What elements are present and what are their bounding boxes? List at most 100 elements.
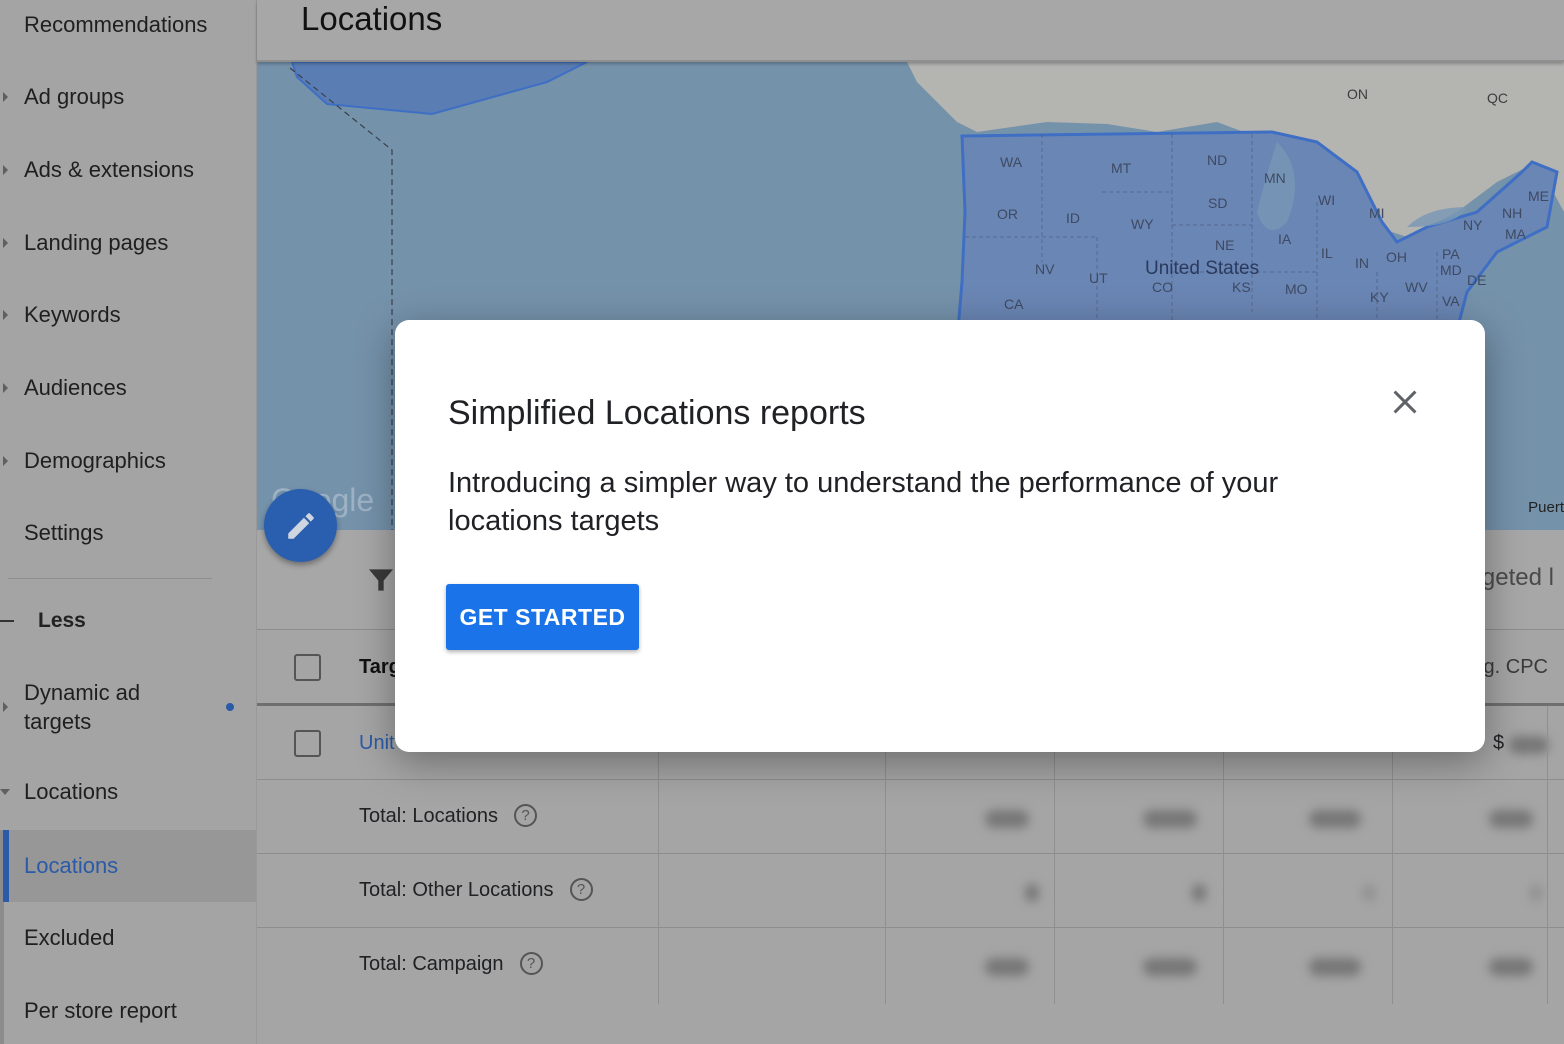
redacted-value	[1309, 958, 1361, 976]
sidebar-item-demographics[interactable]: Demographics	[0, 436, 256, 486]
sidebar-item-label: Demographics	[24, 448, 166, 473]
map-label-oh: OH	[1386, 249, 1407, 265]
sidebar-item-label: Ad groups	[24, 84, 125, 109]
row-label: Total: Other Locations	[359, 879, 554, 901]
page-title: Locations	[301, 0, 443, 37]
redacted-value	[1489, 958, 1533, 976]
table-footer-area	[257, 1004, 1564, 1044]
map-label-on: ON	[1347, 86, 1368, 102]
sidebar-subitem-locations[interactable]: Locations	[4, 830, 256, 902]
collapse-caret-icon	[0, 789, 10, 795]
map-label-puerto-rico: Puert	[1528, 499, 1564, 516]
map-label-me: ME	[1528, 188, 1549, 204]
map-label-mo: MO	[1285, 281, 1308, 297]
map-label-qc: QC	[1487, 90, 1508, 106]
redacted-value	[1309, 810, 1361, 828]
sidebar-item-label: Settings	[24, 520, 104, 545]
redacted-value	[1143, 810, 1197, 828]
total-campaign-label: Total: Campaign?	[359, 952, 543, 976]
sidebar-nav: Recommendations Ad groups Ads & extensio…	[0, 0, 257, 1044]
map-label-or: OR	[997, 206, 1018, 222]
redacted-value	[1192, 884, 1206, 902]
map-label-wy: WY	[1131, 216, 1154, 232]
map-label-country: United States	[1145, 258, 1260, 279]
map-label-va: VA	[1442, 293, 1460, 309]
map-label-nd: ND	[1207, 152, 1228, 168]
sidebar-item-audiences[interactable]: Audiences	[0, 363, 256, 413]
map-label-nh: NH	[1502, 205, 1523, 221]
expand-caret-icon	[3, 165, 8, 175]
maritime-boundary	[289, 67, 393, 530]
row-label: Total: Locations	[359, 805, 498, 827]
active-indicator	[3, 830, 9, 902]
column-divider	[1547, 706, 1548, 1004]
label-line-1: Dynamic ad	[24, 680, 141, 705]
filter-icon[interactable]	[365, 564, 397, 601]
sidebar-item-recommendations[interactable]: Recommendations	[0, 0, 256, 50]
map-label-co: CO	[1152, 279, 1173, 295]
map-label-wv: WV	[1405, 279, 1428, 295]
header-avg-cpc-column[interactable]: g. CPC	[1484, 656, 1548, 679]
map-label-ma: MA	[1505, 226, 1526, 242]
select-all-checkbox[interactable]	[294, 654, 321, 681]
sidebar-less-label: Less	[38, 609, 86, 632]
sidebar-item-label: Landing pages	[24, 230, 169, 255]
map-label-wi: WI	[1318, 192, 1336, 208]
notification-dot	[226, 703, 234, 711]
row-checkbox[interactable]	[294, 730, 321, 757]
map-label-in: IN	[1355, 255, 1369, 271]
dialog-title: Simplified Locations reports	[448, 394, 866, 432]
map-label-pa: PA	[1442, 246, 1460, 262]
redacted-value	[1025, 884, 1039, 902]
sidebar-item-ad-groups[interactable]: Ad groups	[0, 72, 256, 122]
map-label-de: DE	[1467, 272, 1487, 288]
map-label-nv: NV	[1035, 261, 1055, 277]
map-label-wa: WA	[1000, 154, 1023, 170]
total-other-locations-label: Total: Other Locations?	[359, 878, 593, 902]
sidebar-item-settings[interactable]: Settings	[0, 508, 256, 558]
sidebar-item-landing-pages[interactable]: Landing pages	[0, 218, 256, 268]
sidebar-item-locations[interactable]: Locations	[0, 767, 256, 817]
map-label-md: MD	[1440, 262, 1462, 278]
redacted-value	[985, 810, 1029, 828]
toolbar-targeted-label: rgeted l	[1473, 564, 1554, 591]
sidebar-item-ads-extensions[interactable]: Ads & extensions	[0, 145, 256, 195]
simplified-locations-dialog: Simplified Locations reports Introducing…	[395, 320, 1485, 752]
expand-caret-icon	[3, 702, 8, 712]
expand-caret-icon	[3, 238, 8, 248]
sidebar-item-label: Recommendations	[24, 12, 208, 37]
sidebar-item-label: Locations	[24, 853, 119, 878]
sidebar-item-label: Dynamic ad targets	[24, 678, 140, 736]
pencil-icon	[287, 512, 314, 539]
map-label-ks: KS	[1232, 279, 1251, 295]
map-label-ky: KY	[1370, 289, 1389, 305]
sidebar-subitem-excluded[interactable]: Excluded	[0, 913, 256, 963]
sidebar-item-label: Per store report	[24, 998, 177, 1023]
sidebar-item-label: Excluded	[24, 925, 115, 950]
sidebar-subitem-per-store-report[interactable]: Per store report	[0, 986, 256, 1036]
map-label-id: ID	[1066, 210, 1080, 226]
sidebar-item-label: Ads & extensions	[24, 157, 194, 182]
edit-locations-button[interactable]	[264, 489, 337, 562]
sidebar-less-toggle[interactable]: Less	[0, 596, 256, 646]
sidebar-divider	[8, 578, 212, 579]
table-row: Total: Campaign?	[257, 928, 1564, 1002]
location-link[interactable]: Unit	[359, 732, 395, 755]
sidebar-item-keywords[interactable]: Keywords	[0, 290, 256, 340]
map-label-mn: MN	[1264, 170, 1286, 186]
map-label-il: IL	[1321, 245, 1333, 261]
map-label-mt: MT	[1111, 160, 1132, 176]
help-icon[interactable]: ?	[513, 804, 537, 827]
help-icon[interactable]: ?	[569, 878, 593, 901]
page-header: Locations	[257, 0, 1564, 62]
sidebar-item-dynamic-ad-targets[interactable]: Dynamic ad targets	[0, 676, 256, 738]
map-label-sd: SD	[1208, 195, 1228, 211]
sidebar-item-label: Keywords	[24, 302, 121, 327]
help-icon[interactable]: ?	[519, 952, 543, 975]
dialog-body: Introducing a simpler way to understand …	[448, 467, 1279, 537]
cpc-currency: $	[1493, 732, 1505, 754]
map-label-ia: IA	[1278, 231, 1292, 247]
map-label-mi: MI	[1369, 205, 1385, 221]
close-button[interactable]	[1385, 382, 1425, 422]
get-started-button[interactable]: GET STARTED	[446, 584, 639, 650]
